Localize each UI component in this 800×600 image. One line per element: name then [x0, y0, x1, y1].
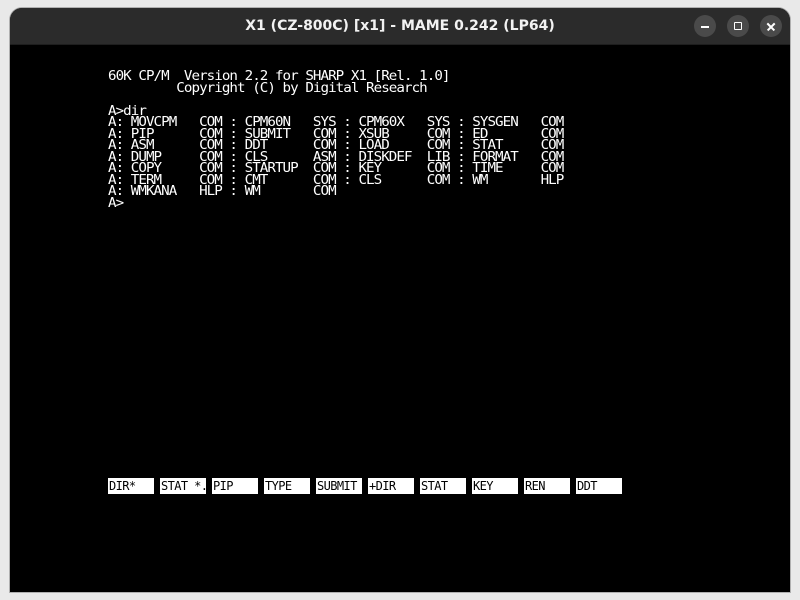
terminal-output: 60K CP/M Version 2.2 for SHARP X1 [Rel. … [108, 70, 564, 211]
copyright-line: Copyright (C) by Digital Research [108, 79, 427, 96]
function-key-1[interactable]: DIR* [108, 478, 154, 494]
function-key-5[interactable]: SUBMIT [316, 478, 362, 494]
close-icon[interactable] [760, 15, 782, 37]
prompt-line: A> [108, 194, 124, 211]
function-key-6[interactable]: +DIR [368, 478, 414, 494]
maximize-icon[interactable] [727, 15, 749, 37]
window-title: X1 (CZ-800C) [x1] - MAME 0.242 (LP64) [245, 18, 555, 34]
function-key-2[interactable]: STAT *. [160, 478, 206, 494]
minimize-icon[interactable] [694, 15, 716, 37]
emulator-screen[interactable]: 60K CP/M Version 2.2 for SHARP X1 [Rel. … [10, 45, 790, 592]
title-bar[interactable]: X1 (CZ-800C) [x1] - MAME 0.242 (LP64) [10, 8, 790, 45]
function-key-10[interactable]: DDT [576, 478, 622, 494]
function-key-8[interactable]: KEY [472, 478, 518, 494]
function-key-9[interactable]: REN [524, 478, 570, 494]
function-key-4[interactable]: TYPE [264, 478, 310, 494]
function-key-3[interactable]: PIP [212, 478, 258, 494]
function-key-7[interactable]: STAT [420, 478, 466, 494]
dir-listing-row: A: WMKANA HLP : WM COM [108, 183, 337, 199]
mame-window: X1 (CZ-800C) [x1] - MAME 0.242 (LP64) 60… [10, 8, 790, 592]
